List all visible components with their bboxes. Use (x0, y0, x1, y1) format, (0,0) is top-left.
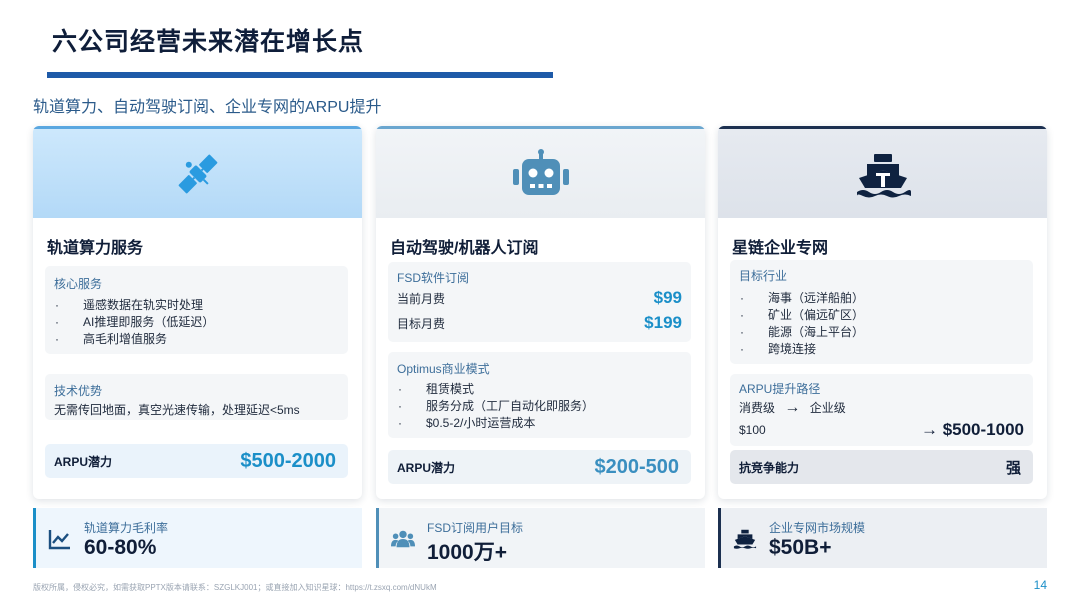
price-value: $199 (644, 313, 682, 332)
panel-label: 目标行业 (739, 269, 788, 283)
ship-icon (733, 529, 757, 549)
price-to: → $500-1000 (920, 420, 1024, 439)
price-value: $99 (653, 288, 682, 307)
arpu-potential: ARPU潜力 $500-2000 (45, 444, 348, 478)
stat-value: 1000万+ (427, 541, 507, 564)
optimus-model-panel: Optimus商业模式 · 租赁模式 · 服务分成（工厂自动化即服务） · $0.5-… (388, 352, 691, 438)
arpu-value: $200-500 (594, 455, 679, 478)
card-title: 轨道算力服务 (47, 240, 144, 257)
arpu-label: ARPU潜力 (397, 460, 456, 475)
arpu-label: ARPU潜力 (54, 454, 113, 469)
panel-label: 技术优势 (54, 384, 103, 398)
card-hero (718, 126, 1047, 218)
upgrade-path: 消费级 → 企业级 (739, 399, 846, 416)
ship-icon (856, 153, 911, 197)
arpu-potential: ARPU潜力 $200-500 (388, 450, 691, 484)
page-subtitle: 轨道算力、自动驾驶订阅、企业专网的ARPU提升 (33, 99, 382, 116)
card-hero (33, 126, 362, 218)
list-item: · 服务分成（工厂自动化即服务） (398, 399, 595, 413)
list-item: · 遥感数据在轨实时处理 (55, 298, 204, 312)
robot-icon (512, 148, 569, 195)
stat-label: 企业专网市场规模 (769, 521, 866, 535)
competitiveness-label: 抗竞争能力 (739, 460, 800, 475)
stat-value: $50B+ (769, 536, 832, 559)
list-item: · 高毛利增值服务 (55, 332, 168, 346)
list-item: · 矿业（偏远矿区） (740, 308, 865, 322)
card-orbital-compute: 轨道算力服务 核心服务 · 遥感数据在轨实时处理 · AI推理即服务（低延迟） · 高… (33, 126, 362, 499)
arpu-path-panel: ARPU提升路径 消费级 → 企业级 $100 → $500-1000 (730, 374, 1033, 446)
competitiveness-bar: 抗竞争能力 强 (730, 450, 1033, 484)
panel-label: Optimus商业模式 (397, 362, 490, 376)
arpu-value: $500-2000 (240, 449, 336, 472)
target-industries-panel: 目标行业 · 海事（远洋船舶） · 矿业（偏远矿区） · 能源（海上平台） · 跨境连接 (730, 260, 1033, 364)
satellite-icon (178, 154, 217, 193)
panel-text: 无需传回地面，真空光速传输，处理延迟<5ms (54, 403, 300, 417)
list-item: · 能源（海上平台） (740, 325, 865, 339)
title-underline (47, 72, 553, 78)
footer-copyright: 版权所属，侵权必究，如需获取PPTX版本请联系：SZGLKJ001；或直接加入知… (33, 583, 437, 592)
price-label: 目标月费 (397, 316, 446, 331)
price-path: $100 → $500-1000 (739, 420, 1024, 440)
list-item: · 海事（远洋船舶） (740, 291, 865, 305)
arrow-right-icon: → (784, 399, 801, 416)
stat-enterprise-market: 企业专网市场规模 $50B+ (718, 508, 1047, 568)
tech-advantage-panel: 技术优势 无需传回地面，真空光速传输，处理延迟<5ms (45, 374, 348, 420)
card-title: 星链企业专网 (732, 240, 829, 257)
list-item: · AI推理即服务（低延迟） (55, 315, 215, 329)
panel-label: ARPU提升路径 (739, 382, 821, 396)
stat-label: FSD订阅用户目标 (427, 521, 524, 535)
users-icon (391, 530, 415, 548)
core-services-panel: 核心服务 · 遥感数据在轨实时处理 · AI推理即服务（低延迟） · 高毛利增值服务 (45, 266, 348, 354)
stat-label: 轨道算力毛利率 (84, 521, 169, 535)
chart-line-icon (48, 530, 70, 550)
panel-label: 核心服务 (54, 277, 103, 291)
card-starlink-enterprise: 星链企业专网 目标行业 · 海事（远洋船舶） · 矿业（偏远矿区） · 能源（海上平台… (718, 126, 1047, 499)
page-number: 14 (1033, 578, 1047, 592)
page-title: 六公司经营未来潜在增长点 (52, 28, 365, 56)
list-item: · $0.5-2/小时运营成本 (398, 416, 536, 430)
list-item: · 跨境连接 (740, 342, 817, 356)
stat-orbital-margin: 轨道算力毛利率 60-80% (33, 508, 362, 568)
price-row-target: 目标月费 $199 (397, 313, 682, 333)
fsd-subscription-panel: FSD软件订阅 当前月费 $99 目标月费 $199 (388, 262, 691, 342)
price-row-current: 当前月费 $99 (397, 288, 682, 308)
panel-label: FSD软件订阅 (397, 271, 470, 285)
price-label: 当前月费 (397, 291, 446, 306)
stat-value: 60-80% (84, 536, 157, 559)
card-title: 自动驾驶/机器人订阅 (390, 240, 539, 257)
price-from: $100 (739, 423, 766, 437)
list-item: · 租赁模式 (398, 382, 475, 396)
competitiveness-value: 强 (1005, 459, 1021, 477)
card-hero (376, 126, 705, 218)
stat-fsd-users: FSD订阅用户目标 1000万+ (376, 508, 705, 568)
card-autonomous-subscription: 自动驾驶/机器人订阅 FSD软件订阅 当前月费 $99 目标月费 $199 Op… (376, 126, 705, 499)
